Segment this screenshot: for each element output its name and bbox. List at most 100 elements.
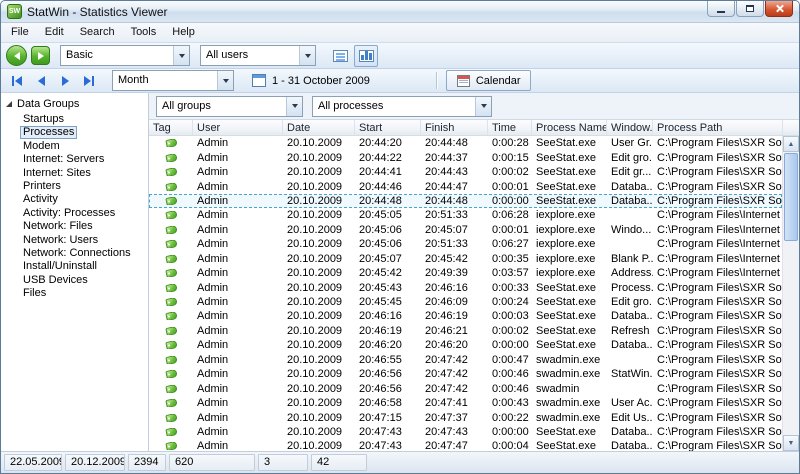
last-period-button[interactable] [78, 71, 100, 91]
menu-item-search[interactable]: Search [72, 23, 123, 42]
tag-icon [165, 211, 177, 219]
column-header-window[interactable]: Window... [607, 120, 653, 135]
forward-button[interactable] [31, 46, 50, 65]
title-bar[interactable]: SW StatWin - Statistics Viewer [1, 1, 799, 23]
table-row[interactable]: Admin20.10.200920:46:5620:47:420:00:46sw… [149, 367, 782, 381]
table-row[interactable]: Admin20.10.200920:46:5820:47:410:00:43sw… [149, 396, 782, 410]
cell-finish: 20:47:42 [421, 383, 488, 395]
bar-icon [92, 76, 94, 86]
scrollbar-track[interactable] [783, 152, 799, 435]
sidebar-item-activity[interactable]: Activity [1, 193, 148, 206]
sidebar-item-printers[interactable]: Printers [1, 180, 148, 193]
column-header-user[interactable]: User [193, 120, 283, 135]
table-view-button[interactable] [328, 45, 352, 67]
menu-item-edit[interactable]: Edit [37, 23, 72, 42]
table-row[interactable]: Admin20.10.200920:47:1520:47:370:00:22sw… [149, 410, 782, 424]
cell-window-caption: Edit gr... [607, 166, 653, 178]
minimize-button[interactable] [707, 1, 735, 17]
sidebar-item-network-files[interactable]: Network: Files [1, 220, 148, 233]
table-row[interactable]: Admin20.10.200920:47:4320:47:470:00:04Se… [149, 439, 782, 451]
sidebar-item-network-connections[interactable]: Network: Connections [1, 247, 148, 260]
sidebar-item-label: Modem [20, 140, 63, 153]
table-row[interactable]: Admin20.10.200920:46:2020:46:200:00:00Se… [149, 338, 782, 352]
sidebar-item-startups[interactable]: Startups [1, 113, 148, 126]
menu-item-tools[interactable]: Tools [123, 23, 165, 42]
table-row[interactable]: Admin20.10.200920:45:4320:46:160:00:33Se… [149, 280, 782, 294]
sidebar-item-modem[interactable]: Modem [1, 140, 148, 153]
sidebar-item-activity-processes[interactable]: Activity: Processes [1, 207, 148, 220]
users-combo[interactable]: All users [200, 45, 316, 66]
date-icon [252, 74, 266, 87]
sidebar-item-usb-devices[interactable]: USB Devices [1, 274, 148, 287]
column-header-time[interactable]: Time [488, 120, 532, 135]
column-header-date[interactable]: Date [283, 120, 355, 135]
table-row[interactable]: Admin20.10.200920:45:0720:45:420:00:35ie… [149, 252, 782, 266]
calendar-button[interactable]: Calendar [446, 70, 532, 91]
sidebar-item-internet-sites[interactable]: Internet: Sites [1, 167, 148, 180]
sidebar-item-internet-servers[interactable]: Internet: Servers [1, 153, 148, 166]
table-row[interactable]: Admin20.10.200920:44:2020:44:480:00:28Se… [149, 136, 782, 150]
processes-filter-combo[interactable]: All processes [312, 96, 492, 117]
sidebar-item-install-uninstall[interactable]: Install/Uninstall [1, 260, 148, 273]
cell-window-caption: User Ac... [607, 397, 653, 409]
column-header-finish[interactable]: Finish [421, 120, 488, 135]
next-period-button[interactable] [54, 71, 76, 91]
cell-process-path: C:\Program Files\SXR Softw... [653, 137, 782, 149]
scroll-up-button[interactable]: ▲ [783, 136, 799, 152]
cell-time: 0:00:01 [488, 224, 532, 236]
tag-cell [149, 226, 193, 234]
column-header-process-path[interactable]: Process Path [653, 120, 783, 135]
tag-cell [149, 284, 193, 292]
table-row[interactable]: Admin20.10.200920:44:4820:44:480:00:00Se… [149, 194, 782, 208]
cell-process-name: swadmin.exe [532, 397, 607, 409]
users-combo-dropdown[interactable] [299, 46, 315, 65]
table-row[interactable]: Admin20.10.200920:45:4520:46:090:00:24Se… [149, 295, 782, 309]
sidebar-item-network-users[interactable]: Network: Users [1, 234, 148, 247]
table-row[interactable]: Admin20.10.200920:44:4120:44:430:00:02Se… [149, 165, 782, 179]
menu-item-help[interactable]: Help [164, 23, 203, 42]
main-toolbar: Basic All users [1, 43, 799, 69]
table-row[interactable]: Admin20.10.200920:46:1920:46:210:00:02Se… [149, 324, 782, 338]
cell-start: 20:46:56 [355, 383, 421, 395]
maximize-icon [746, 5, 754, 12]
table-row[interactable]: Admin20.10.200920:45:4220:49:390:03:57ie… [149, 266, 782, 280]
table-row[interactable]: Admin20.10.200920:45:0520:51:330:06:28ie… [149, 208, 782, 222]
table-row[interactable]: Admin20.10.200920:45:0620:45:070:00:01ie… [149, 223, 782, 237]
sidebar-item-label: Startups [20, 113, 67, 126]
table-row[interactable]: Admin20.10.200920:46:5620:47:420:00:46sw… [149, 381, 782, 395]
sidebar-item-files[interactable]: Files [1, 287, 148, 300]
table-row[interactable]: Admin20.10.200920:46:5520:47:420:00:47sw… [149, 353, 782, 367]
cell-start: 20:46:58 [355, 397, 421, 409]
column-header-start[interactable]: Start [355, 120, 421, 135]
cell-start: 20:44:46 [355, 181, 421, 193]
processes-filter-dropdown[interactable] [475, 97, 491, 116]
previous-period-button[interactable] [30, 71, 52, 91]
scroll-down-button[interactable]: ▼ [783, 435, 799, 451]
back-button[interactable] [6, 45, 27, 66]
vertical-scrollbar[interactable]: ▲ ▼ [782, 136, 799, 451]
chart-view-button[interactable] [354, 45, 378, 67]
period-combo[interactable]: Month [112, 70, 234, 91]
groups-filter-dropdown[interactable] [286, 97, 302, 116]
groups-filter-combo[interactable]: All groups [156, 96, 303, 117]
table-row[interactable]: Admin20.10.200920:44:2220:44:370:00:15Se… [149, 150, 782, 164]
table-row[interactable]: Admin20.10.200920:44:4620:44:470:00:01Se… [149, 179, 782, 193]
period-combo-dropdown[interactable] [217, 71, 233, 90]
menu-item-file[interactable]: File [3, 23, 37, 42]
sidebar-item-processes[interactable]: Processes [1, 126, 148, 139]
calendar-icon [457, 75, 470, 87]
table-row[interactable]: Admin20.10.200920:45:0620:51:330:06:27ie… [149, 237, 782, 251]
column-header-process-name[interactable]: Process Name [532, 120, 607, 135]
table-row[interactable]: Admin20.10.200920:46:1620:46:190:00:03Se… [149, 309, 782, 323]
view-combo[interactable]: Basic [60, 45, 190, 66]
view-combo-dropdown[interactable] [173, 46, 189, 65]
table-row[interactable]: Admin20.10.200920:47:4320:47:430:00:00Se… [149, 425, 782, 439]
tree-root-data-groups[interactable]: Data Groups [1, 96, 148, 113]
column-header-tag[interactable]: Tag [149, 120, 193, 135]
first-period-button[interactable] [6, 71, 28, 91]
close-button[interactable] [765, 1, 793, 17]
date-range-display: 1 - 31 October 2009 [244, 74, 378, 87]
scrollbar-thumb[interactable] [784, 153, 798, 241]
maximize-button[interactable] [736, 1, 764, 17]
cell-process-name: SeeStat.exe [532, 426, 607, 438]
